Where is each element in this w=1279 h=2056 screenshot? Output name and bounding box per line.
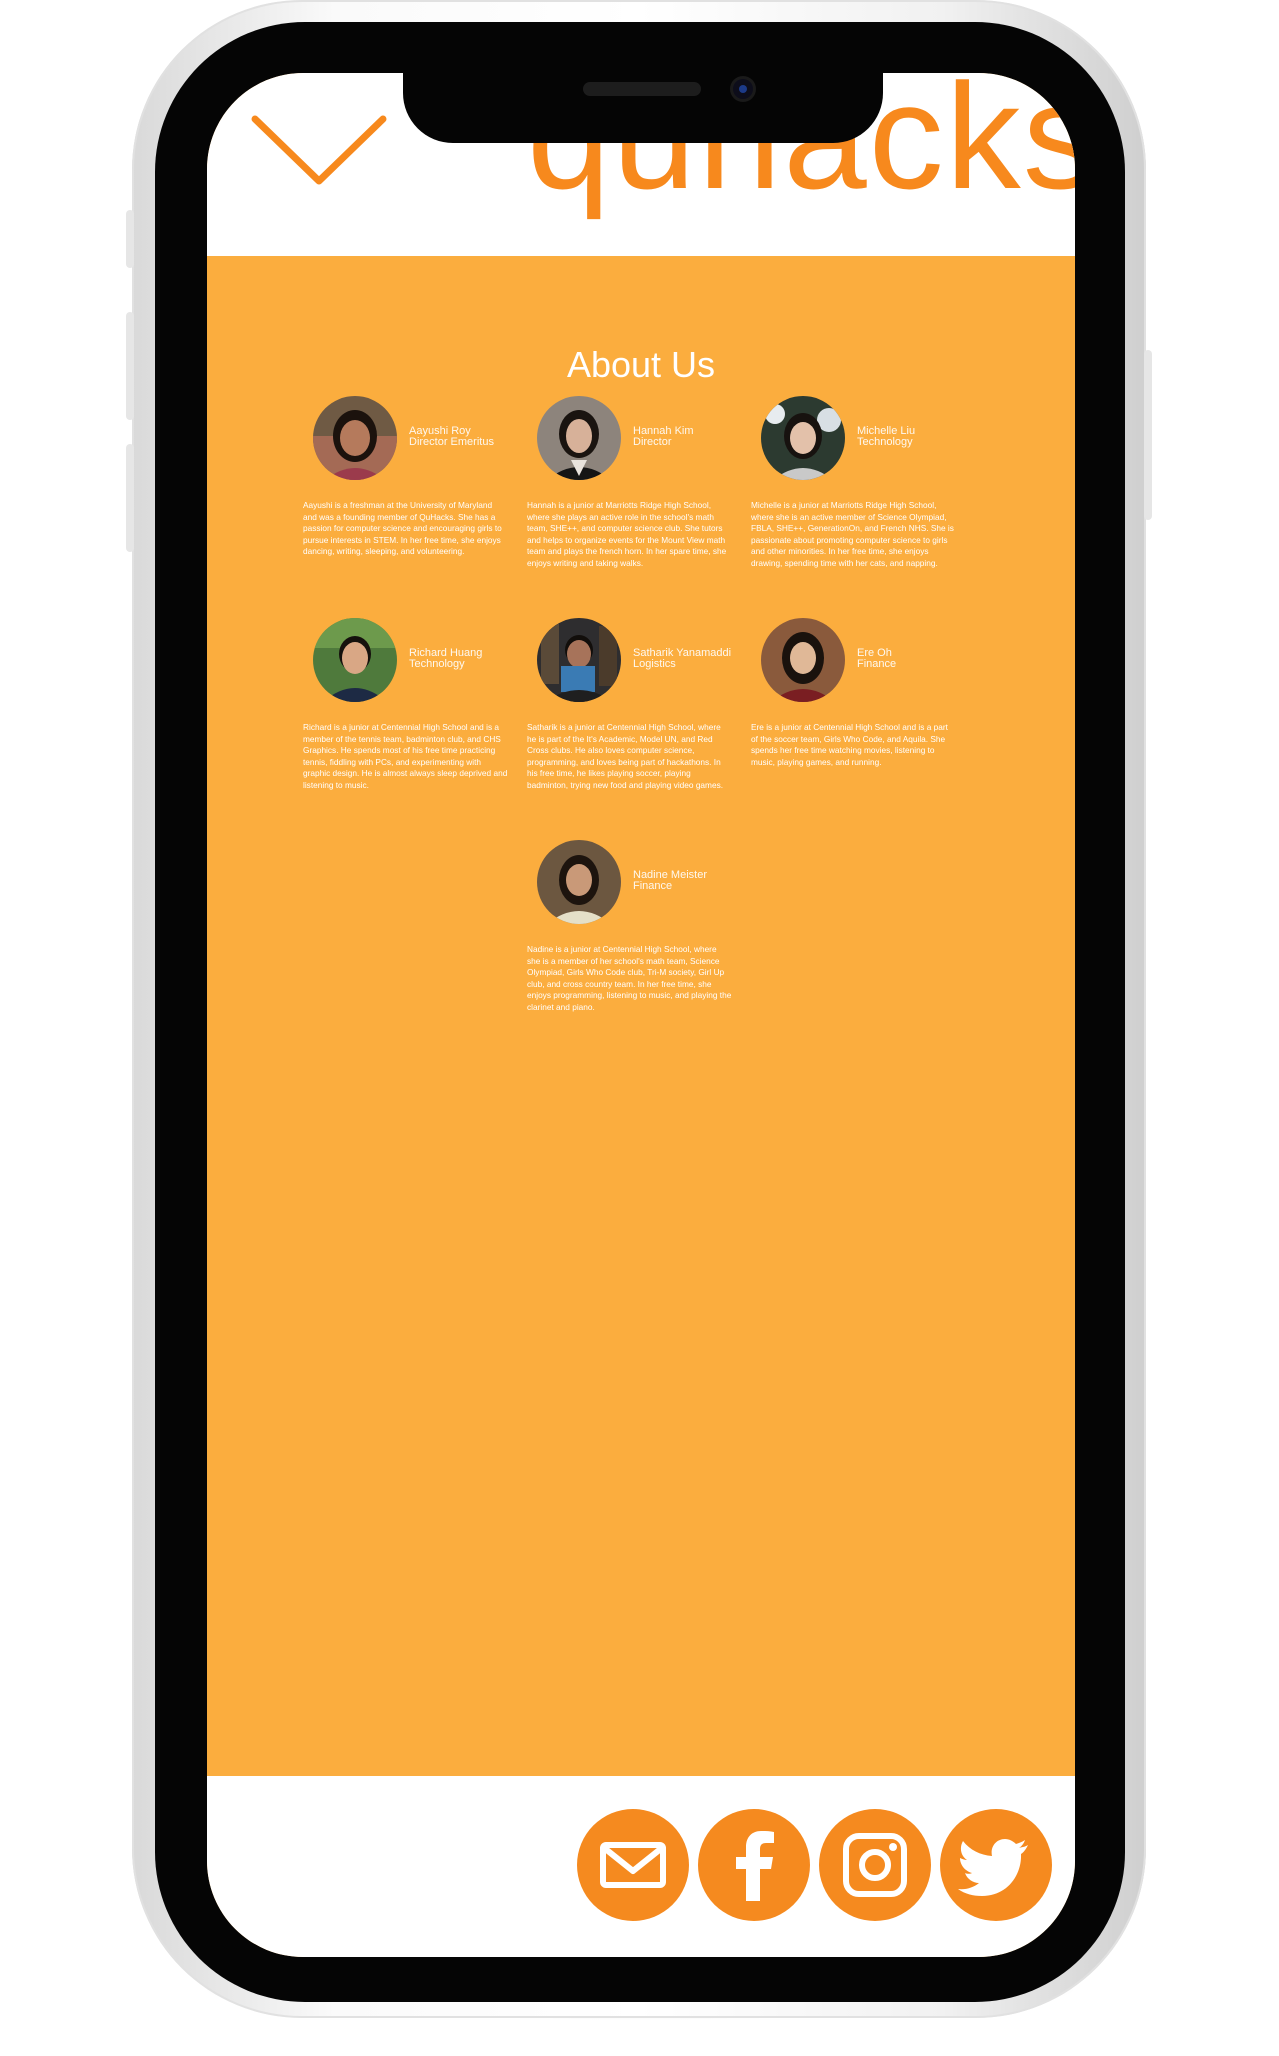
member-bio: Michelle is a junior at Marriotts Ridge … [751, 500, 954, 568]
chevron-down-icon[interactable] [249, 111, 389, 191]
member-avatar [313, 618, 397, 702]
camera-icon [733, 79, 753, 99]
member-bio: Ere is a junior at Centennial High Schoo… [751, 722, 948, 767]
member-name-role: Ere Oh Finance [857, 647, 897, 670]
phone-speaker [583, 82, 701, 96]
member-avatar [537, 396, 621, 480]
member-name-role: Hannah Kim Director [633, 425, 694, 448]
facebook-icon[interactable] [698, 1809, 810, 1921]
member-bio: Nadine is a junior at Centennial High Sc… [527, 944, 732, 1012]
member-name-role: Michelle Liu Technology [857, 425, 916, 448]
mail-icon[interactable] [577, 1809, 689, 1921]
member-avatar [761, 618, 845, 702]
member-avatar [537, 840, 621, 924]
phone-volume-up-button [126, 312, 134, 420]
instagram-icon[interactable] [819, 1809, 931, 1921]
about-section: About Us Aayushi Roy Director Emeritus Aa… [207, 256, 1075, 1776]
member-name-role: Richard Huang Technology [409, 647, 483, 670]
phone-mute-button [126, 210, 134, 268]
site-footer [207, 1776, 1075, 1957]
member-name-role: Satharik Yanamaddi Logistics [633, 647, 732, 670]
member-bio: Richard is a junior at Centennial High S… [303, 722, 508, 790]
member-avatar [313, 396, 397, 480]
member-bio: Aayushi is a freshman at the University … [303, 500, 502, 556]
member-bio: Hannah is a junior at Marriotts Ridge Hi… [527, 500, 727, 568]
phone-screen: quhacks About Us Aayushi Roy Director Eme… [207, 73, 1075, 1957]
twitter-icon[interactable] [940, 1809, 1052, 1921]
phone-power-button [1144, 350, 1152, 520]
member-avatar [537, 618, 621, 702]
phone-volume-down-button [126, 444, 134, 552]
member-avatar [761, 396, 845, 480]
member-bio: Satharik is a junior at Centennial High … [527, 722, 724, 790]
member-name-role: Nadine Meister Finance [633, 869, 707, 892]
about-title: About Us [566, 344, 716, 385]
member-name-role: Aayushi Roy Director Emeritus [409, 425, 494, 448]
